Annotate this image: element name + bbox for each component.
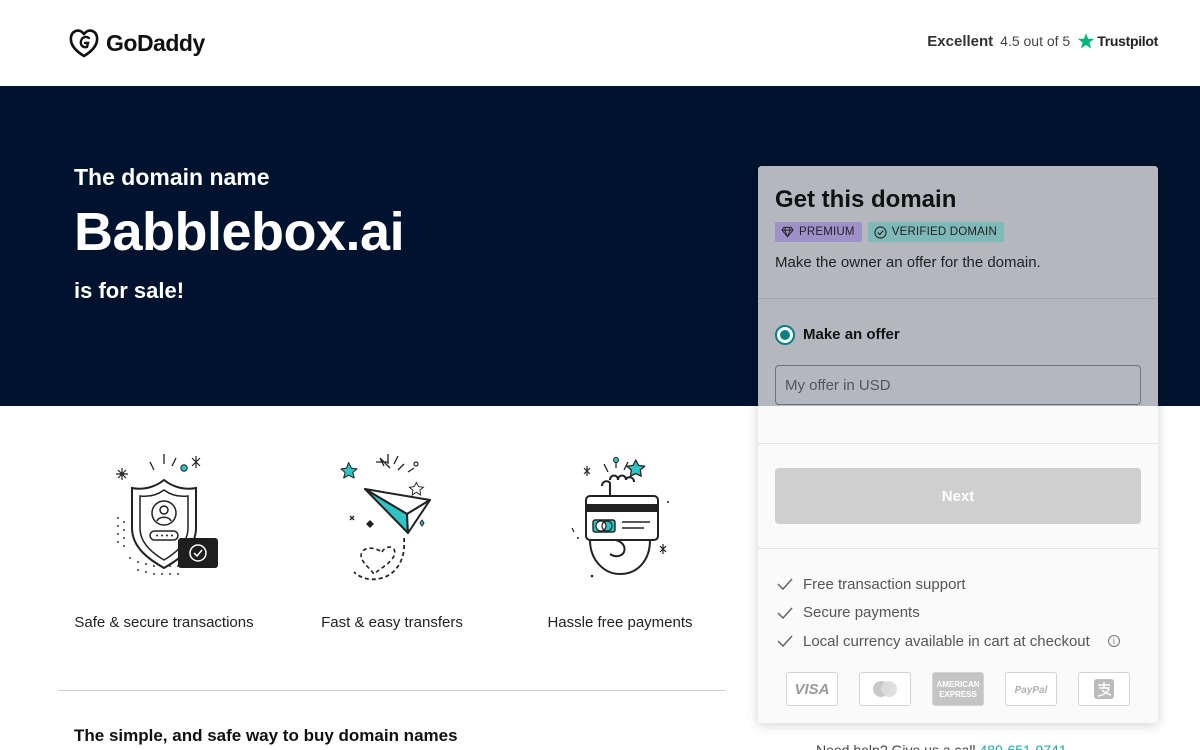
trust-label: Excellent bbox=[927, 32, 994, 50]
mastercard-icon bbox=[859, 672, 911, 706]
godaddy-logo[interactable]: GoDaddy bbox=[68, 28, 205, 58]
amex-icon: AMERICAN EXPRESS bbox=[932, 672, 984, 706]
top-header: GoDaddy Excellent 4.5 out of 5 Trustpilo… bbox=[0, 0, 1200, 86]
help-text: Need help? Give us a call bbox=[816, 742, 976, 750]
diamond-icon bbox=[781, 226, 794, 238]
badge-row: PREMIUM VERIFIED DOMAIN bbox=[775, 222, 1004, 242]
premium-badge: PREMIUM bbox=[775, 222, 862, 242]
make-offer-radio[interactable] bbox=[775, 325, 795, 345]
card-subtitle: Make the owner an offer for the domain. bbox=[775, 254, 1041, 271]
card-title: Get this domain bbox=[775, 186, 957, 213]
help-line: Need help? Give us a call 480-651-9741 bbox=[816, 742, 1067, 750]
check-icon bbox=[777, 635, 793, 648]
feature-label: Fast & easy transfers bbox=[321, 614, 463, 631]
benefit-text: Local currency available in cart at chec… bbox=[803, 632, 1090, 650]
next-button[interactable]: Next bbox=[775, 468, 1141, 524]
feature-secure: Safe & secure transactions bbox=[64, 450, 264, 631]
offer-card: Get this domain PREMIUM VERIFIED DOMAIN … bbox=[758, 166, 1158, 723]
shield-user-icon bbox=[116, 454, 218, 575]
trustpilot-rating[interactable]: Excellent 4.5 out of 5 Trustpilot bbox=[927, 32, 1158, 50]
benefit-item: Free transaction support bbox=[777, 570, 1120, 599]
card-divider bbox=[758, 443, 1158, 444]
feature-label: Hassle free payments bbox=[547, 614, 693, 631]
payment-methods: VISA AMERICAN EXPRESS PayPal bbox=[786, 672, 1130, 706]
visa-icon: VISA bbox=[786, 672, 838, 706]
check-icon bbox=[777, 578, 793, 591]
svg-text:AMERICAN: AMERICAN bbox=[936, 680, 979, 689]
premium-label: PREMIUM bbox=[799, 226, 855, 238]
hand-card-icon bbox=[571, 457, 669, 578]
paper-plane-icon bbox=[340, 454, 431, 581]
section-title: The simple, and safe way to buy domain n… bbox=[74, 726, 458, 745]
make-offer-label[interactable]: Make an offer bbox=[803, 326, 900, 343]
hero-pretext: The domain name bbox=[74, 164, 270, 190]
benefit-item: Secure payments bbox=[777, 599, 1120, 628]
domain-name: Babblebox.ai bbox=[74, 202, 405, 262]
offer-amount-input[interactable] bbox=[775, 365, 1141, 405]
mastercard-symbol bbox=[873, 681, 897, 697]
verified-badge: VERIFIED DOMAIN bbox=[867, 222, 1004, 242]
godaddy-logo-icon bbox=[69, 29, 99, 58]
paypal-symbol: PayPal bbox=[1015, 685, 1048, 696]
svg-text:EXPRESS: EXPRESS bbox=[939, 690, 977, 699]
check-icon bbox=[777, 607, 793, 619]
benefit-text: Secure payments bbox=[803, 604, 920, 622]
paypal-icon: PayPal bbox=[1005, 672, 1057, 706]
star-icon bbox=[1078, 33, 1095, 49]
trust-brand: Trustpilot bbox=[1097, 33, 1158, 49]
brand-name: GoDaddy bbox=[106, 29, 205, 56]
card-divider bbox=[758, 298, 1158, 299]
feature-payments: Hassle free payments bbox=[520, 450, 720, 631]
section-divider bbox=[58, 690, 726, 691]
alipay-symbol bbox=[1094, 679, 1114, 699]
benefit-item: Local currency available in cart at chec… bbox=[777, 627, 1120, 656]
trust-rating: 4.5 out of 5 bbox=[1000, 33, 1071, 49]
check-circle-icon bbox=[874, 225, 887, 239]
visa-label: VISA bbox=[794, 680, 830, 698]
benefit-text: Free transaction support bbox=[803, 575, 966, 593]
info-icon[interactable]: i bbox=[1107, 635, 1120, 648]
feature-label: Safe & secure transactions bbox=[74, 614, 254, 631]
amex-symbol: AMERICANEXPRESS bbox=[936, 680, 979, 699]
verified-label: VERIFIED DOMAIN bbox=[891, 226, 997, 238]
svg-text:PayPal: PayPal bbox=[1015, 685, 1048, 696]
card-divider bbox=[758, 548, 1158, 549]
hero-posttext: is for sale! bbox=[74, 278, 185, 303]
benefit-list: Free transaction support Secure payments… bbox=[777, 570, 1120, 656]
help-phone-link[interactable]: 480-651-9741 bbox=[979, 742, 1066, 750]
alipay-icon bbox=[1078, 672, 1130, 706]
feature-transfers: Fast & easy transfers bbox=[292, 450, 492, 631]
